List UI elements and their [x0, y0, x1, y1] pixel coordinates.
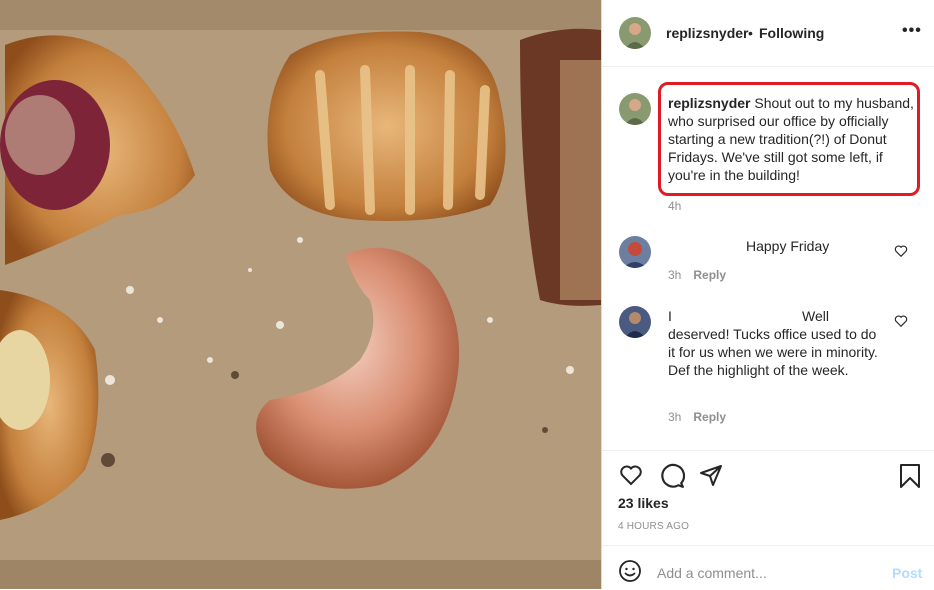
comment-avatar[interactable]	[619, 306, 651, 338]
post-side-panel: replizsnyder • Following ••• replizsnyde…	[601, 0, 934, 589]
heart-icon[interactable]	[618, 463, 644, 487]
add-comment-bar: Add a comment... Post	[602, 545, 934, 590]
like-comment-icon[interactable]	[894, 244, 908, 258]
comment-text-first: Well	[802, 308, 829, 324]
post-header: replizsnyder • Following •••	[602, 0, 934, 67]
comment-avatar[interactable]	[619, 236, 651, 268]
comment-prefix: I	[668, 308, 672, 324]
comment-text: Happy Friday	[746, 238, 830, 254]
following-button[interactable]: Following	[759, 25, 824, 41]
emoji-icon[interactable]	[618, 559, 642, 583]
post-button[interactable]: Post	[892, 565, 922, 581]
reply-button[interactable]: Reply	[693, 268, 726, 282]
share-icon[interactable]	[698, 463, 724, 487]
comment-icon[interactable]	[659, 463, 685, 489]
comment-meta: 3h Reply	[668, 268, 726, 282]
reply-button[interactable]: Reply	[693, 410, 726, 424]
highlight-box	[658, 82, 920, 196]
like-comment-icon[interactable]	[894, 314, 908, 328]
caption-avatar[interactable]	[619, 93, 651, 125]
caption-time: 4h	[668, 199, 682, 213]
post-photo[interactable]	[0, 0, 601, 589]
likes-count[interactable]: 23 likes	[618, 495, 669, 511]
header-username[interactable]: replizsnyder	[666, 25, 748, 41]
comment-meta: 3h Reply	[668, 410, 726, 424]
post-timestamp: 4 HOURS AGO	[618, 521, 690, 532]
more-options-icon[interactable]: •••	[902, 22, 922, 40]
avatar[interactable]	[619, 17, 651, 49]
bookmark-icon[interactable]	[899, 463, 921, 489]
comment-input[interactable]: Add a comment...	[657, 565, 767, 581]
header-separator: •	[748, 25, 753, 41]
comment-time: 3h	[668, 410, 682, 424]
comment-time: 3h	[668, 268, 682, 282]
comment-text: deserved! Tucks office used to do it for…	[668, 326, 878, 378]
